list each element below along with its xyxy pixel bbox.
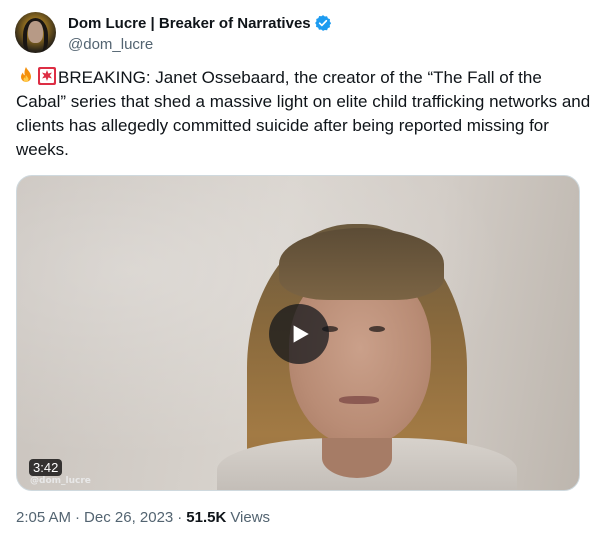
rotating-light-emoji-icon — [37, 66, 57, 86]
name-row: Dom Lucre | Breaker of Narratives — [68, 13, 332, 33]
video-subject-right-eye — [369, 326, 385, 332]
play-icon — [293, 325, 309, 343]
tweet-date[interactable]: Dec 26, 2023 — [84, 509, 173, 526]
video-duration: 3:42 — [29, 459, 63, 476]
video-player[interactable]: 3:42 @dom_lucre — [16, 175, 580, 491]
video-subject-mouth — [339, 396, 379, 404]
meta-separator: · — [177, 509, 183, 526]
profile-avatar[interactable] — [15, 12, 56, 53]
views-label: Views — [230, 509, 271, 526]
verified-badge-icon[interactable] — [314, 14, 332, 32]
video-subject-bangs — [279, 228, 444, 300]
meta-separator: · — [75, 509, 81, 526]
tweet-body: BREAKING: Janet Ossebaard, the creator o… — [16, 68, 591, 159]
author-info: Dom Lucre | Breaker of Narratives @dom_l… — [68, 13, 332, 53]
tweet: Dom Lucre | Breaker of Narratives @dom_l… — [0, 0, 611, 545]
video-subject-neck — [322, 438, 392, 478]
tweet-meta: 2:05 AM · Dec 26, 2023 · 51.5K Views — [16, 509, 270, 526]
play-button[interactable] — [269, 304, 329, 364]
author-handle[interactable]: @dom_lucre — [68, 36, 332, 53]
video-watermark: @dom_lucre — [30, 476, 91, 486]
views-count[interactable]: 51.5K — [186, 509, 226, 526]
display-name[interactable]: Dom Lucre | Breaker of Narratives — [68, 15, 311, 32]
fire-emoji-icon — [16, 66, 36, 86]
avatar-face — [28, 21, 43, 43]
tweet-text: BREAKING: Janet Ossebaard, the creator o… — [16, 66, 596, 162]
tweet-time[interactable]: 2:05 AM — [16, 509, 71, 526]
